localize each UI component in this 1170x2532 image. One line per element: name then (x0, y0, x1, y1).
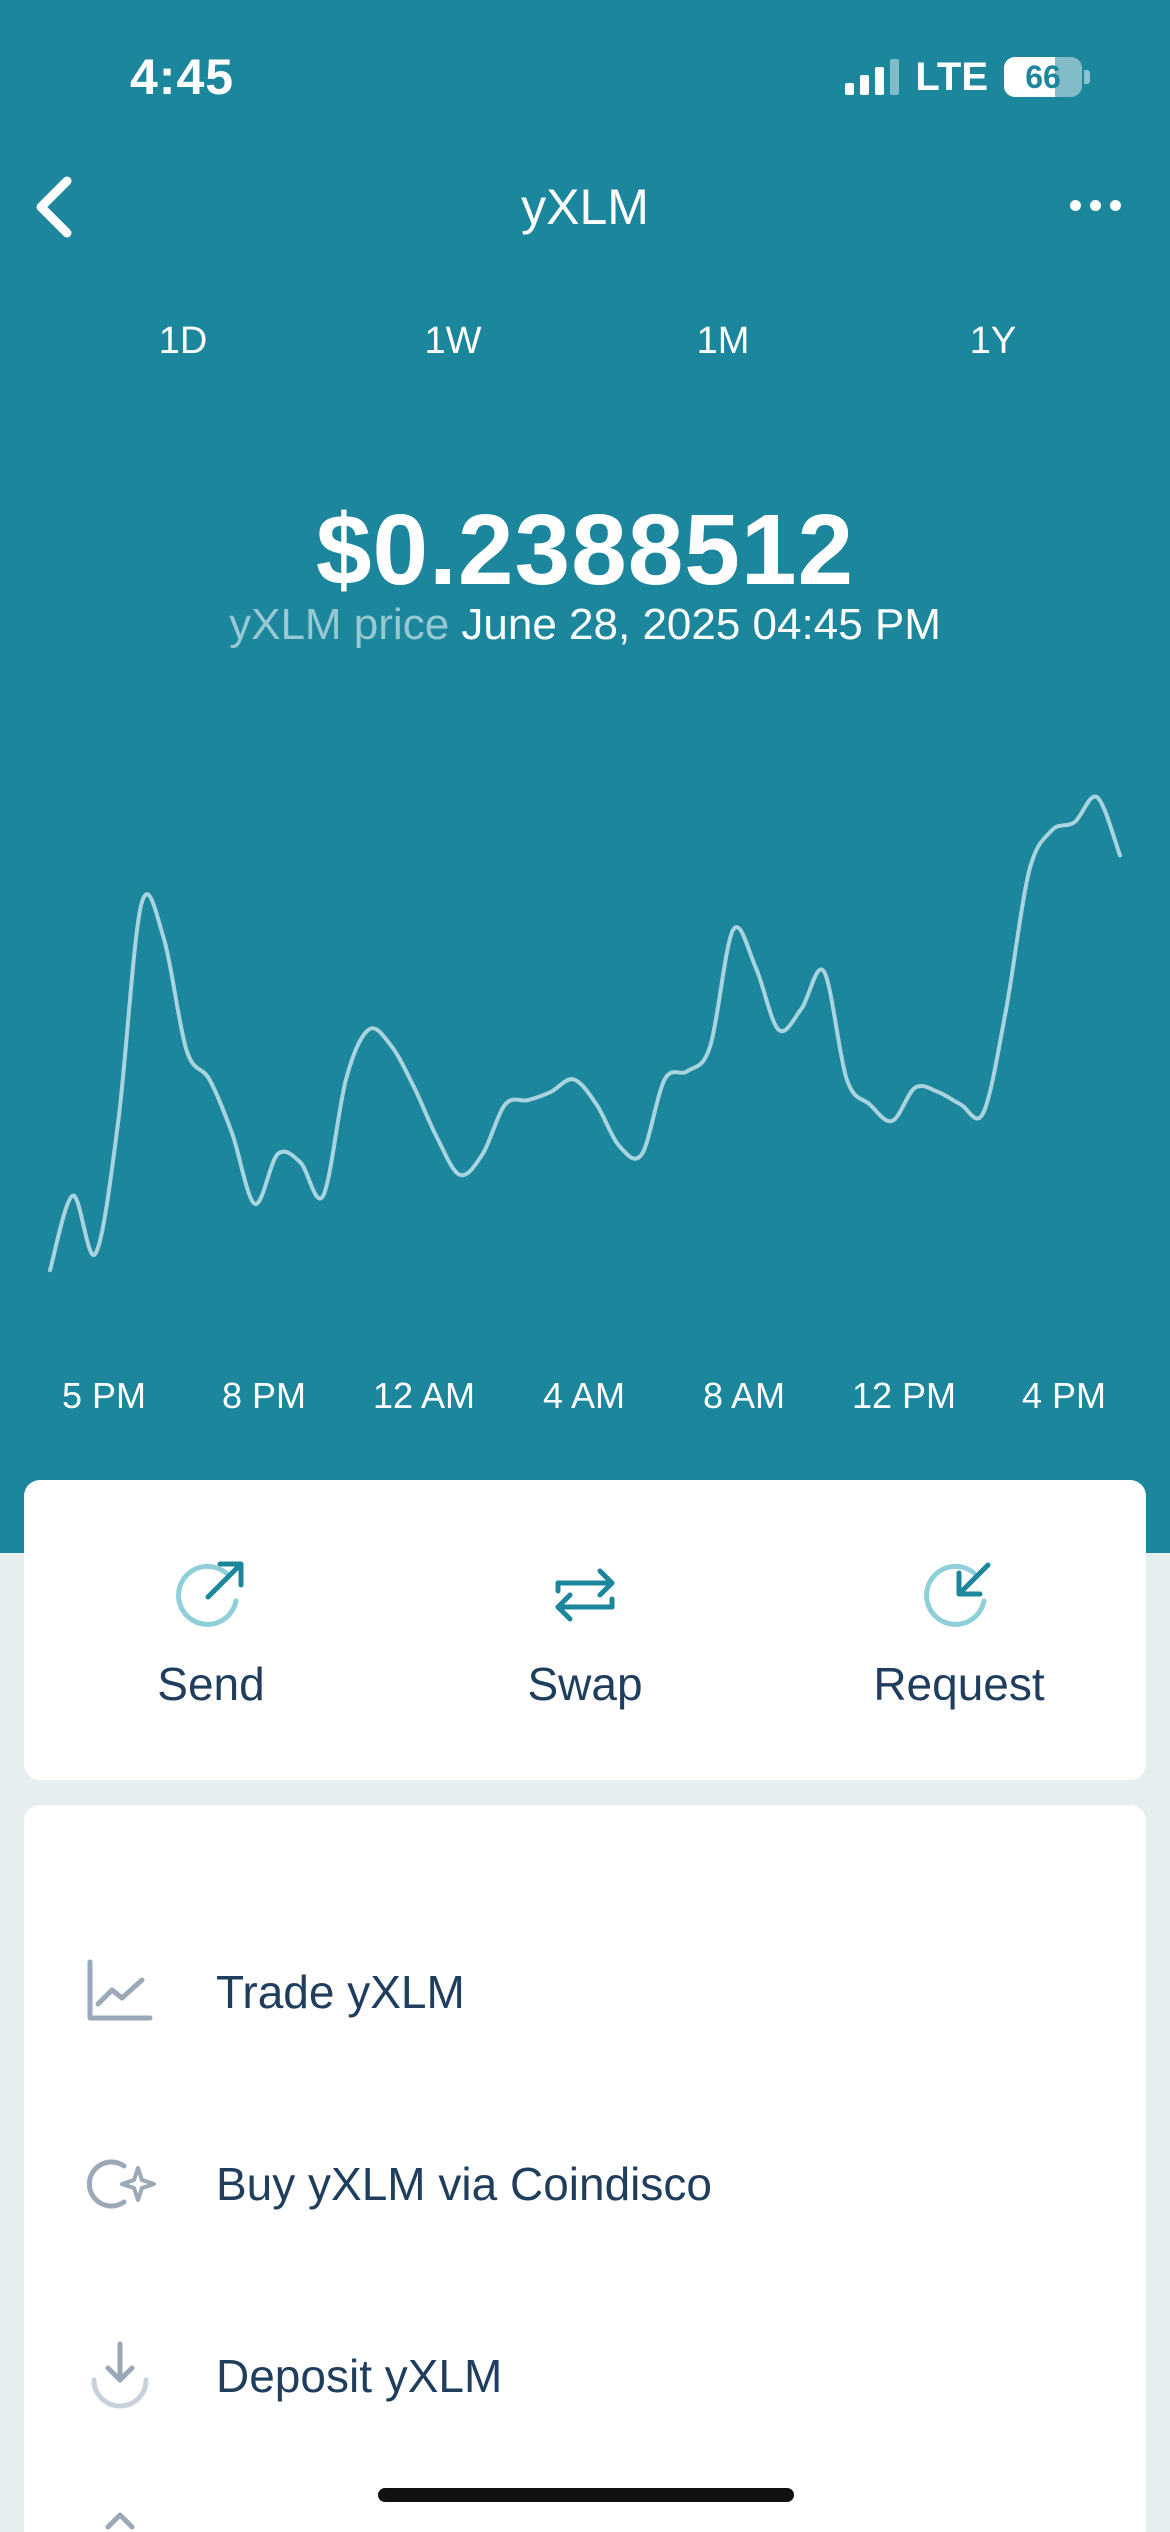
swap-icon (555, 1568, 615, 1622)
x-tick-label: 5 PM (61, 1375, 147, 1416)
price-value: $0.2388512 (315, 494, 855, 606)
more-options-button[interactable] (1050, 180, 1140, 230)
status-time: 4:45 (130, 49, 235, 105)
tab-1y[interactable]: 1Y (858, 310, 1128, 390)
x-tick-label: 8 PM (221, 1375, 307, 1416)
price-chart[interactable] (0, 760, 1170, 1320)
more-dot (1069, 199, 1081, 211)
request-label: Request (873, 1658, 1045, 1710)
request-icon (924, 1562, 991, 1627)
more-dot (1089, 199, 1101, 211)
tab-1m[interactable]: 1M (588, 310, 858, 390)
menu-item-label: Buy yXLM via Coindisco (216, 2158, 712, 2210)
home-indicator (378, 2488, 794, 2502)
buy-sparkle-icon (86, 2159, 156, 2209)
send-button[interactable]: Send (61, 1549, 361, 1711)
swap-button[interactable]: Swap (435, 1549, 735, 1711)
price-subtitle: yXLM price June 28, 2025 04:45 PM (0, 600, 1170, 650)
cellular-signal-icon (845, 59, 900, 95)
more-dot (1109, 199, 1121, 211)
x-tick-label: 12 AM (372, 1375, 476, 1416)
menu-item-label: Deposit yXLM (216, 2350, 503, 2402)
request-button[interactable]: Request (809, 1549, 1109, 1711)
menu-item-trade[interactable]: Trade yXLM (24, 1932, 1146, 2052)
action-card: Send Swap Request (24, 1480, 1146, 1780)
send-label: Send (157, 1658, 265, 1710)
withdraw-icon (105, 2512, 135, 2530)
send-icon (176, 1561, 244, 1627)
price-label: yXLM price (229, 600, 450, 649)
x-tick-label: 8 AM (702, 1375, 786, 1416)
battery-icon: 66 (1004, 57, 1090, 97)
asset-menu-card: Trade yXLM Buy yXLM via Coindisco Deposi… (24, 1805, 1146, 2532)
timeframe-tabs: 1D 1W 1M 1Y (48, 310, 1128, 390)
price-line (48, 794, 1122, 1273)
swap-label: Swap (527, 1658, 643, 1710)
x-tick-label: 4 PM (1021, 1375, 1107, 1416)
trade-chart-icon (87, 1959, 153, 2021)
tab-1w[interactable]: 1W (318, 310, 588, 390)
menu-item-buy[interactable]: Buy yXLM via Coindisco (24, 2124, 1146, 2244)
status-indicators: LTE 66 (845, 52, 1090, 102)
network-type: LTE (915, 54, 988, 99)
tab-1d[interactable]: 1D (48, 310, 318, 390)
chart-x-axis: 5 PM 8 PM 12 AM 4 AM 8 AM 12 PM 4 PM (0, 1375, 1170, 1425)
page-title: yXLM (521, 179, 649, 235)
menu-item-deposit[interactable]: Deposit yXLM (24, 2316, 1146, 2436)
x-tick-label: 12 PM (851, 1375, 957, 1416)
menu-item-label: Trade yXLM (216, 1966, 465, 2018)
x-tick-label: 4 AM (542, 1375, 626, 1416)
price-datetime: June 28, 2025 04:45 PM (461, 600, 941, 649)
battery-level: 66 (1025, 58, 1061, 95)
deposit-icon (91, 2341, 149, 2409)
